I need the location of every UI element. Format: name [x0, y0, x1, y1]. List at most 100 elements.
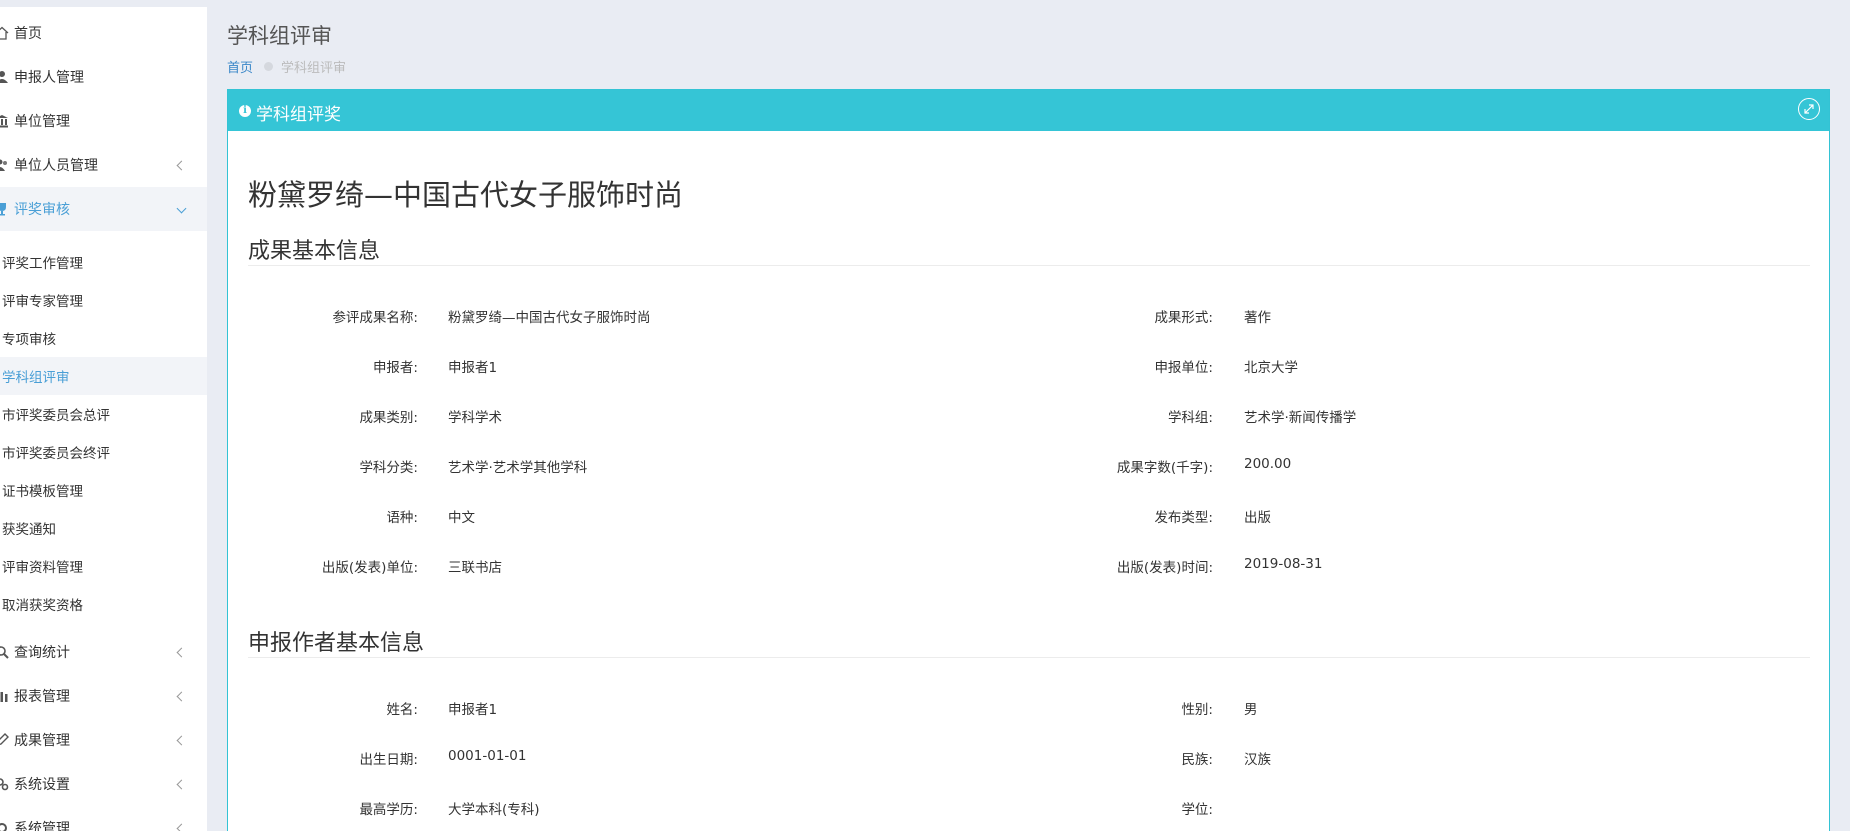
sub-item-cancel-award[interactable]: 取消获奖资格	[0, 585, 207, 623]
nav-item-query-stats[interactable]: 查询统计	[0, 630, 207, 674]
field-label: 姓名:	[386, 702, 418, 718]
field-label: 出版(发表)单位:	[321, 560, 418, 576]
page-title: 学科组评审	[227, 24, 332, 48]
field-label: 申报单位:	[1154, 360, 1213, 376]
gears-icon	[0, 777, 9, 791]
field-value: 申报者1	[448, 360, 498, 376]
field-label: 参评成果名称:	[332, 310, 418, 326]
chevron-down-icon	[176, 203, 187, 214]
expand-button[interactable]	[1798, 98, 1820, 120]
field-label: 民族:	[1181, 752, 1213, 768]
sub-item-label: 获奖通知	[2, 522, 56, 538]
home-icon	[0, 26, 9, 40]
nav-item-label: 查询统计	[14, 645, 70, 661]
sub-item-committee-final[interactable]: 市评奖委员会终评	[0, 433, 207, 471]
field-value: 三联书店	[448, 560, 502, 576]
nav-item-label: 评奖审核	[14, 202, 70, 218]
section-title-author: 申报作者基本信息	[248, 631, 425, 656]
chevron-left-icon	[176, 691, 187, 701]
section-title-achievement: 成果基本信息	[248, 239, 381, 264]
nav-item-report[interactable]: 报表管理	[0, 674, 207, 718]
sub-item-award-work[interactable]: 评奖工作管理	[0, 243, 207, 281]
field-label: 出生日期:	[359, 752, 418, 768]
nav-item-home[interactable]: 首页	[0, 11, 207, 55]
sub-item-label: 评审资料管理	[2, 560, 83, 576]
field-value: 北京大学	[1244, 360, 1298, 376]
breadcrumb-home-link[interactable]: 首页	[227, 57, 253, 76]
breadcrumb-current: 学科组评审	[281, 61, 347, 76]
field-label: 性别:	[1181, 702, 1213, 718]
nav-item-label: 单位管理	[14, 114, 70, 130]
nav-item-label: 单位人员管理	[14, 158, 98, 174]
pencil-icon	[0, 733, 9, 747]
info-icon: i	[239, 105, 251, 117]
sub-item-label: 市评奖委员会终评	[2, 446, 110, 462]
field-value: 中文	[448, 510, 475, 526]
sub-item-label: 学科组评审	[2, 370, 70, 386]
section-divider	[248, 265, 1810, 266]
field-label: 最高学历:	[359, 802, 418, 818]
chevron-left-icon	[176, 160, 187, 170]
nav-item-label: 首页	[14, 26, 42, 42]
field-value: 0001-01-01	[448, 748, 527, 764]
sub-item-certificate-template[interactable]: 证书模板管理	[0, 471, 207, 509]
sub-item-review-material[interactable]: 评审资料管理	[0, 547, 207, 585]
field-label: 成果类别:	[359, 410, 418, 426]
chevron-left-icon	[176, 823, 187, 831]
sub-item-discipline-review[interactable]: 学科组评审	[0, 357, 207, 395]
field-value: 男	[1244, 702, 1258, 718]
review-panel: i 学科组评奖 粉黛罗绮—中国古代女子服饰时尚 成果基本信息 参评成果名称: 粉…	[227, 89, 1830, 831]
nav-item-system-settings[interactable]: 系统设置	[0, 762, 207, 806]
nav-item-unit[interactable]: 单位管理	[0, 99, 207, 143]
sidebar: 首页 申报人管理 单位管理 单位人员管理 评奖审核 评奖工作管理 评审专家管理 …	[0, 7, 207, 831]
sub-item-label: 取消获奖资格	[2, 598, 83, 614]
bar-chart-icon	[0, 689, 9, 703]
field-label: 出版(发表)时间:	[1116, 560, 1213, 576]
nav-item-label: 成果管理	[14, 733, 70, 749]
section-divider	[248, 657, 1810, 658]
panel-header: i 学科组评奖	[228, 90, 1829, 131]
nav-item-system-manage[interactable]: 系统管理	[0, 806, 207, 831]
nav-item-label: 系统管理	[14, 821, 70, 831]
field-value: 出版	[1244, 510, 1271, 526]
building-icon	[0, 114, 9, 128]
chevron-left-icon	[176, 735, 187, 745]
expand-icon	[1804, 104, 1814, 114]
sub-item-label: 评奖工作管理	[2, 256, 83, 272]
field-value: 200.00	[1244, 456, 1292, 472]
gear-icon	[0, 821, 9, 831]
chevron-left-icon	[176, 647, 187, 657]
field-label: 发布类型:	[1154, 510, 1213, 526]
field-value: 申报者1	[448, 702, 498, 718]
nav-item-label: 报表管理	[14, 689, 70, 705]
sub-item-label: 专项审核	[2, 332, 56, 348]
sub-item-label: 市评奖委员会总评	[2, 408, 110, 424]
search-icon	[0, 645, 9, 659]
nav-item-achievement[interactable]: 成果管理	[0, 718, 207, 762]
trophy-icon	[0, 202, 9, 216]
nav-item-unit-staff[interactable]: 单位人员管理	[0, 143, 207, 187]
nav-item-label: 申报人管理	[14, 70, 84, 86]
nav-item-award-review[interactable]: 评奖审核	[0, 187, 207, 231]
sub-item-award-notice[interactable]: 获奖通知	[0, 509, 207, 547]
panel-title: 学科组评奖	[256, 105, 341, 125]
field-label: 申报者:	[372, 360, 418, 376]
field-label: 成果字数(千字):	[1116, 460, 1213, 476]
sub-item-committee-general[interactable]: 市评奖委员会总评	[0, 395, 207, 433]
nav-item-applicant[interactable]: 申报人管理	[0, 55, 207, 99]
field-value: 学科学术	[448, 410, 502, 426]
field-value: 著作	[1244, 310, 1271, 326]
breadcrumb: 首页 学科组评审	[227, 57, 346, 76]
field-label: 学位:	[1181, 802, 1213, 818]
breadcrumb-separator-icon	[264, 62, 274, 71]
field-value: 大学本科(专科)	[448, 802, 540, 818]
sub-item-label: 证书模板管理	[2, 484, 83, 500]
nav-item-label: 系统设置	[14, 777, 70, 793]
user-icon	[0, 70, 9, 84]
field-value: 艺术学·新闻传播学	[1244, 410, 1357, 426]
field-label: 学科组:	[1167, 410, 1213, 426]
sub-item-special-review[interactable]: 专项审核	[0, 319, 207, 357]
chevron-left-icon	[176, 779, 187, 789]
sub-item-expert[interactable]: 评审专家管理	[0, 281, 207, 319]
field-value: 艺术学·艺术学其他学科	[448, 460, 588, 476]
